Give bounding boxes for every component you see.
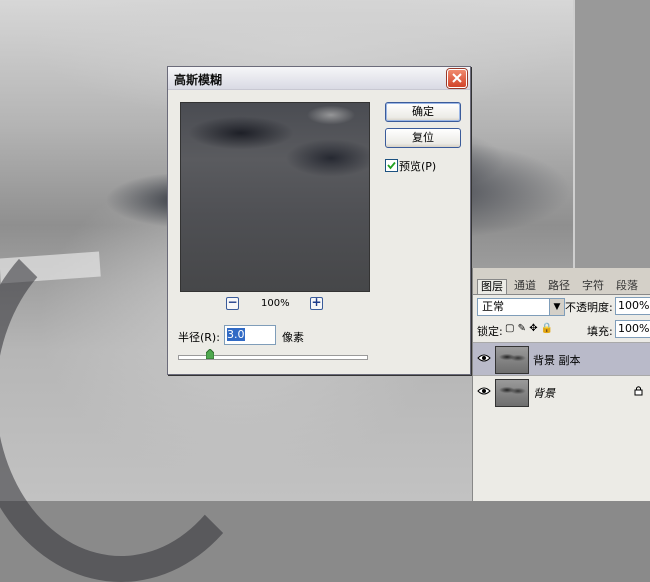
blend-mode-value: 正常 — [482, 300, 504, 313]
preview-label: 预览(P) — [399, 160, 437, 173]
tab-paragraph[interactable]: 段落 — [613, 279, 641, 293]
lock-options: ▢ ✎ ✥ 🔒 — [505, 323, 553, 334]
lock-transparency-icon[interactable]: ▢ — [505, 323, 514, 334]
layer-background[interactable]: 背景 — [473, 375, 650, 408]
lock-all-icon[interactable]: 🔒 — [541, 323, 553, 334]
fill-input[interactable]: 100% — [615, 320, 650, 338]
lock-move-icon[interactable]: ✥ — [529, 323, 537, 334]
radius-value: 3.0 — [227, 328, 245, 341]
chevron-down-icon: ▼ — [549, 299, 564, 315]
dialog-titlebar[interactable]: 高斯模糊 — [168, 67, 470, 90]
zoom-out-button[interactable]: − — [226, 295, 239, 310]
opacity-label: 不透明度: — [565, 301, 613, 314]
layer-background-copy[interactable]: 背景 副本 — [473, 342, 650, 375]
zoom-value: 100% — [261, 298, 290, 309]
plus-icon: + — [311, 295, 322, 309]
blur-preview[interactable] — [180, 102, 370, 292]
radius-input[interactable]: 3.0 — [224, 325, 276, 345]
tab-channels[interactable]: 通道 — [511, 279, 539, 293]
layer-thumbnail — [495, 346, 529, 374]
radius-unit: 像素 — [282, 331, 304, 344]
fill-label: 填充: — [587, 325, 613, 338]
layers-panel: 图层 通道 路径 字符 段落 正常 ▼ 不透明度: 100% 锁定: ▢ ✎ ✥… — [472, 268, 650, 501]
eye-icon[interactable] — [477, 353, 491, 363]
panel-tabs: 图层 通道 路径 字符 段落 — [473, 278, 650, 295]
dialog-title: 高斯模糊 — [174, 73, 223, 87]
tab-layers[interactable]: 图层 — [477, 279, 507, 294]
checkmark-icon — [387, 161, 396, 170]
gaussian-blur-dialog: 高斯模糊 − 100% + 确定 复位 预览(P) 半径(R): 3.0 像素 — [167, 66, 471, 375]
lock-icon — [634, 386, 643, 396]
layer-name: 背景 副本 — [533, 354, 581, 367]
slider-thumb-icon[interactable] — [206, 349, 214, 359]
layer-thumbnail — [495, 379, 529, 407]
blend-mode-select[interactable]: 正常 ▼ — [477, 298, 565, 316]
ok-button[interactable]: 确定 — [385, 102, 461, 122]
lock-label: 锁定: — [477, 325, 503, 338]
layer-name: 背景 — [533, 387, 555, 400]
zoom-controls: − 100% + — [226, 295, 326, 311]
reset-button[interactable]: 复位 — [385, 128, 461, 148]
close-button[interactable] — [447, 69, 467, 88]
radius-label: 半径(R): — [178, 331, 220, 344]
eye-icon[interactable] — [477, 386, 491, 396]
lock-brush-icon[interactable]: ✎ — [518, 323, 526, 334]
zoom-in-button[interactable]: + — [310, 295, 323, 310]
opacity-input[interactable]: 100% — [615, 297, 650, 315]
close-icon — [452, 73, 462, 83]
tab-character[interactable]: 字符 — [579, 279, 607, 293]
preview-checkbox[interactable] — [385, 159, 398, 172]
minus-icon: − — [227, 295, 238, 309]
workspace-background — [573, 0, 650, 268]
tab-paths[interactable]: 路径 — [545, 279, 573, 293]
